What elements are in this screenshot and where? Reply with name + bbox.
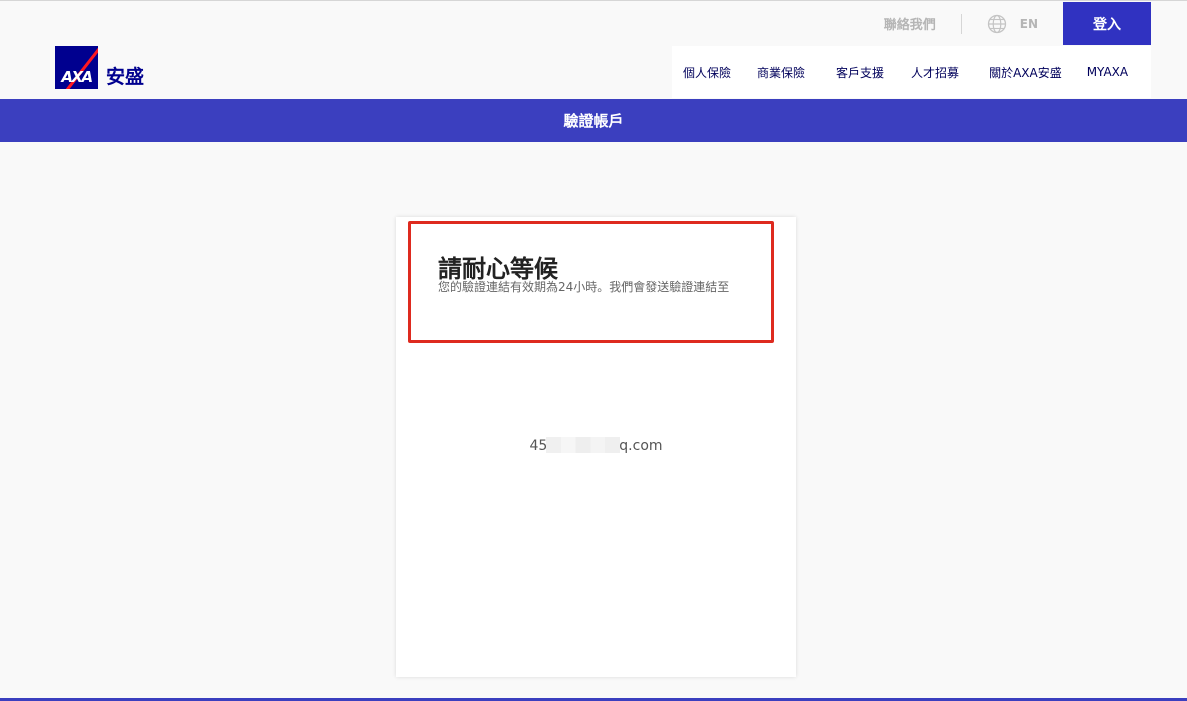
verification-card: 請耐心等候 您的驗證連結有效期為24小時。我們會發送驗證連結至 45 q.com bbox=[396, 217, 796, 677]
email-suffix: q.com bbox=[619, 438, 663, 454]
language-switch[interactable]: EN bbox=[962, 14, 1063, 34]
email-prefix: 45 bbox=[529, 438, 548, 454]
email-redaction bbox=[546, 437, 621, 453]
login-button[interactable]: 登入 bbox=[1063, 2, 1151, 45]
nav-item-customer-support[interactable]: 客戶支援 bbox=[836, 64, 884, 81]
nav-item-personal-insurance[interactable]: 個人保險 bbox=[683, 64, 731, 81]
logo-text: 安盛 bbox=[106, 66, 145, 88]
email-address: 45 q.com bbox=[396, 437, 796, 454]
nav-item-about-axa[interactable]: 關於AXA安盛 bbox=[989, 64, 1062, 81]
site-header: AXA 安盛 聯絡我們 EN 登入 個人保險 商業保險 客戶支援 人才招募 關於… bbox=[0, 1, 1187, 99]
contact-us-link[interactable]: 聯絡我們 bbox=[884, 14, 961, 33]
page-title-band: 驗證帳戶 bbox=[0, 99, 1187, 142]
axa-logo-mark: AXA bbox=[55, 46, 98, 89]
utility-nav: 聯絡我們 EN 登入 bbox=[884, 2, 1151, 45]
main-nav: 個人保險 商業保險 客戶支援 人才招募 關於AXA安盛 MYAXA bbox=[672, 46, 1151, 98]
logo-letters: AXA bbox=[61, 68, 93, 86]
card-description: 您的驗證連結有效期為24小時。我們會發送驗證連結至 bbox=[438, 280, 730, 294]
nav-item-business-insurance[interactable]: 商業保險 bbox=[757, 64, 805, 81]
card-heading: 請耐心等候 bbox=[438, 255, 558, 283]
nav-item-careers[interactable]: 人才招募 bbox=[911, 64, 959, 81]
globe-icon bbox=[987, 14, 1006, 33]
language-label: EN bbox=[1019, 16, 1038, 31]
axa-logo[interactable]: AXA 安盛 bbox=[55, 45, 144, 89]
page-title: 驗證帳戶 bbox=[563, 112, 624, 130]
nav-item-myaxa[interactable]: MYAXA bbox=[1087, 65, 1128, 79]
